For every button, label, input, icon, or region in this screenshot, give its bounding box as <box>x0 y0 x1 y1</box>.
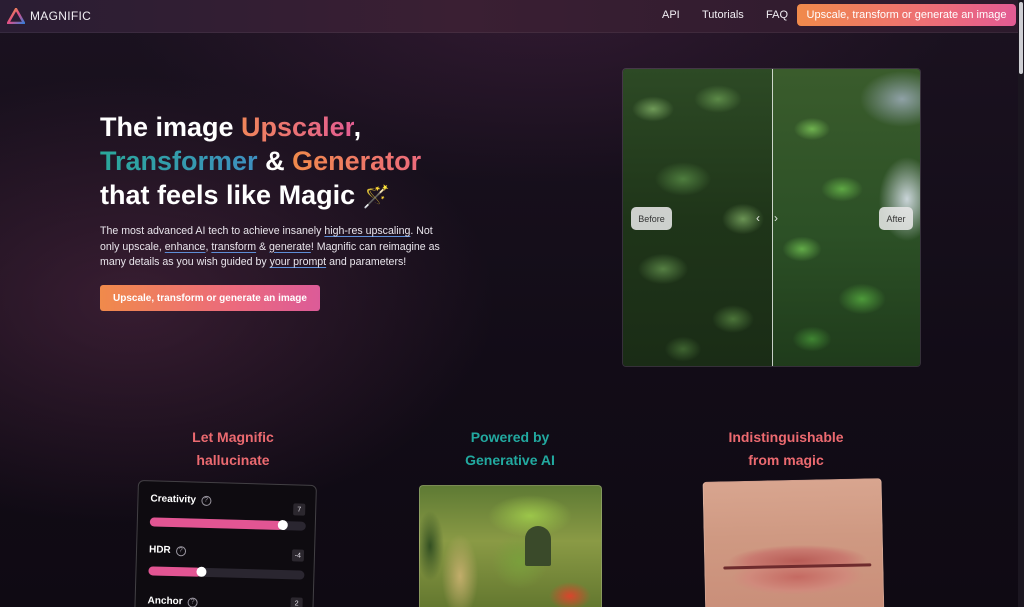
page-scrollbar[interactable] <box>1018 0 1024 607</box>
realistic-lips-sample-image <box>702 478 885 607</box>
settings-sliders-card: Creativity ? 7 HDR ? -4 Anchor ? 2 <box>133 480 317 607</box>
nav-link-api[interactable]: API <box>662 9 680 21</box>
hero-title-generator: Generator <box>292 146 422 176</box>
feature-title-line: Indistinguishable <box>728 429 844 445</box>
link-enhance[interactable]: enhance <box>165 241 206 253</box>
hero-title-plain: The image <box>100 112 242 142</box>
help-icon[interactable]: ? <box>200 495 212 506</box>
brand-name: MAGNIFIC <box>30 9 92 23</box>
link-transform[interactable]: transform <box>211 241 256 253</box>
feature-title-line: Let Magnific <box>192 429 274 445</box>
generative-ai-sample-image <box>419 485 602 607</box>
link-generate[interactable]: generate <box>269 241 311 253</box>
nav-link-tutorials[interactable]: Tutorials <box>702 9 744 21</box>
before-label: Before <box>631 207 672 230</box>
help-icon[interactable]: ? <box>187 596 198 607</box>
slider-fill <box>148 566 202 577</box>
link-your-prompt[interactable]: your prompt <box>270 256 327 268</box>
slider-label-creativity: Creativity ? <box>150 493 212 506</box>
after-label: After <box>879 207 913 230</box>
slider-creativity[interactable] <box>149 517 306 531</box>
hero-desc-text: The most advanced AI tech to achieve ins… <box>100 225 325 237</box>
scrollbar-thumb[interactable] <box>1019 2 1023 74</box>
feature-title-line: hallucinate <box>196 452 270 468</box>
before-after-comparison[interactable]: ‹› Before After <box>622 68 921 367</box>
slider-hdr[interactable] <box>148 566 305 580</box>
slider-label-hdr: HDR ? <box>149 544 186 556</box>
triangle-logo-icon <box>7 8 25 24</box>
top-nav: MAGNIFIC API Tutorials FAQ Upscale, tran… <box>0 0 1024 33</box>
hero-title-line3: that feels like Magic <box>100 180 363 210</box>
compare-arrows-icon: ‹› <box>756 211 792 225</box>
brand-logo[interactable]: MAGNIFIC <box>7 8 91 24</box>
slider-label-anchor: Anchor ? <box>147 595 198 607</box>
hero-description: The most advanced AI tech to achieve ins… <box>100 224 445 271</box>
hero-title-amp: & <box>257 146 293 176</box>
magic-wand-icon: 🪄 <box>362 184 390 209</box>
slider-label-text: Anchor <box>147 595 183 607</box>
feature-title-generative-ai: Powered by Generative AI <box>410 426 610 472</box>
hero-title: The image Upscaler, Transformer & Genera… <box>100 110 520 214</box>
slider-label-text: HDR <box>148 544 171 556</box>
door-illustration <box>525 526 551 566</box>
feature-title-line: Generative AI <box>465 452 555 468</box>
feature-title-hallucinate: Let Magnific hallucinate <box>133 426 333 472</box>
slider-thumb[interactable] <box>277 519 288 531</box>
hero-cta-button[interactable]: Upscale, transform or generate an image <box>100 285 320 311</box>
feature-title-magic: Indistinguishable from magic <box>686 426 886 472</box>
link-high-res-upscaling[interactable]: high-res upscaling <box>324 225 410 237</box>
slider-value-hdr: -4 <box>291 549 305 562</box>
hero-desc-text: and parameters! <box>326 256 407 268</box>
feature-title-line: from magic <box>748 452 824 468</box>
hero-desc-text: & <box>256 240 270 253</box>
nav-cta-button[interactable]: Upscale, transform or generate an image <box>797 4 1016 26</box>
hero-title-upscaler: Upscaler <box>241 112 354 142</box>
slider-value-anchor: 2 <box>290 597 303 607</box>
nav-link-faq[interactable]: FAQ <box>766 9 788 21</box>
hero-title-transformer: Transformer <box>100 146 258 176</box>
help-icon[interactable]: ? <box>175 545 186 556</box>
lower-lip-shape <box>731 565 865 601</box>
hero-title-comma: , <box>353 112 362 142</box>
slider-fill <box>149 517 283 531</box>
slider-label-text: Creativity <box>150 493 197 506</box>
slider-value-creativity: 7 <box>293 503 306 516</box>
feature-title-line: Powered by <box>470 429 550 445</box>
slider-thumb[interactable] <box>196 566 207 577</box>
